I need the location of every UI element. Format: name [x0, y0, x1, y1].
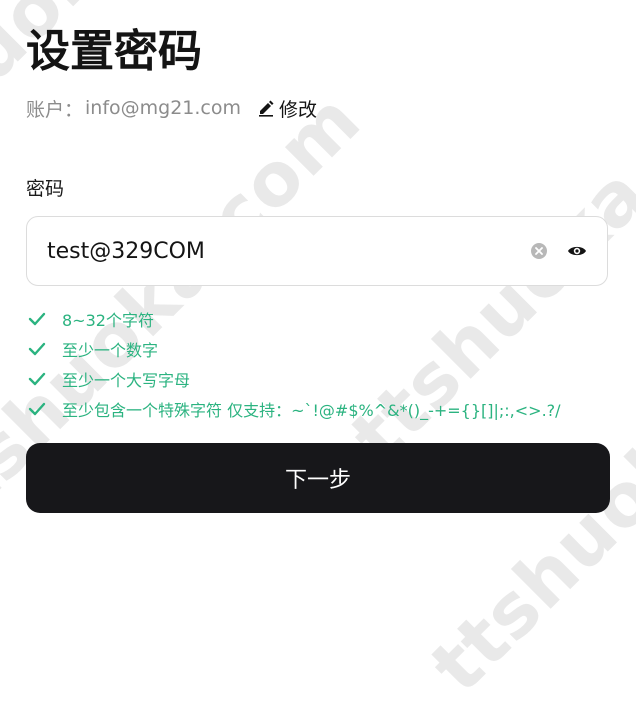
- edit-account-link[interactable]: 修改: [257, 95, 317, 122]
- rule-text: 至少一个数字: [62, 341, 159, 360]
- check-icon: [28, 342, 46, 356]
- password-input[interactable]: [45, 237, 531, 265]
- rule-text: 8~32个字符: [62, 311, 154, 330]
- rule-item: 至少一个大写字母: [28, 364, 561, 394]
- password-rules-list: 8~32个字符 至少一个数字 至少一个大写字母 至少包含一个特殊字符 仅支持：~…: [28, 304, 561, 424]
- check-icon: [28, 372, 46, 386]
- rule-item: 至少一个数字: [28, 334, 561, 364]
- next-button[interactable]: 下一步: [26, 443, 610, 513]
- set-password-form: 设置密码 账户： info@mg21.com 修改 密码 test@329COM…: [0, 0, 636, 530]
- account-email: info@mg21.com: [85, 97, 242, 119]
- password-field[interactable]: [26, 216, 608, 286]
- check-icon: [28, 402, 46, 416]
- show-password-eye-icon[interactable]: [567, 244, 587, 258]
- rule-text: 至少包含一个特殊字符 仅支持：~`!@#$%^&*()_-+={}[]|;:,<…: [62, 401, 561, 420]
- edit-pencil-icon: [259, 100, 274, 117]
- account-row: 账户： info@mg21.com 修改: [26, 94, 317, 122]
- clear-icon[interactable]: [531, 243, 547, 259]
- check-icon: [28, 312, 46, 326]
- page-title: 设置密码: [26, 26, 202, 77]
- account-prefix: 账户：: [26, 98, 84, 121]
- edit-account-label: 修改: [279, 98, 318, 121]
- password-label: 密码: [26, 178, 65, 200]
- rule-item: 8~32个字符: [28, 304, 561, 334]
- rule-item: 至少包含一个特殊字符 仅支持：~`!@#$%^&*()_-+={}[]|;:,<…: [28, 394, 561, 424]
- rule-text: 至少一个大写字母: [62, 371, 191, 390]
